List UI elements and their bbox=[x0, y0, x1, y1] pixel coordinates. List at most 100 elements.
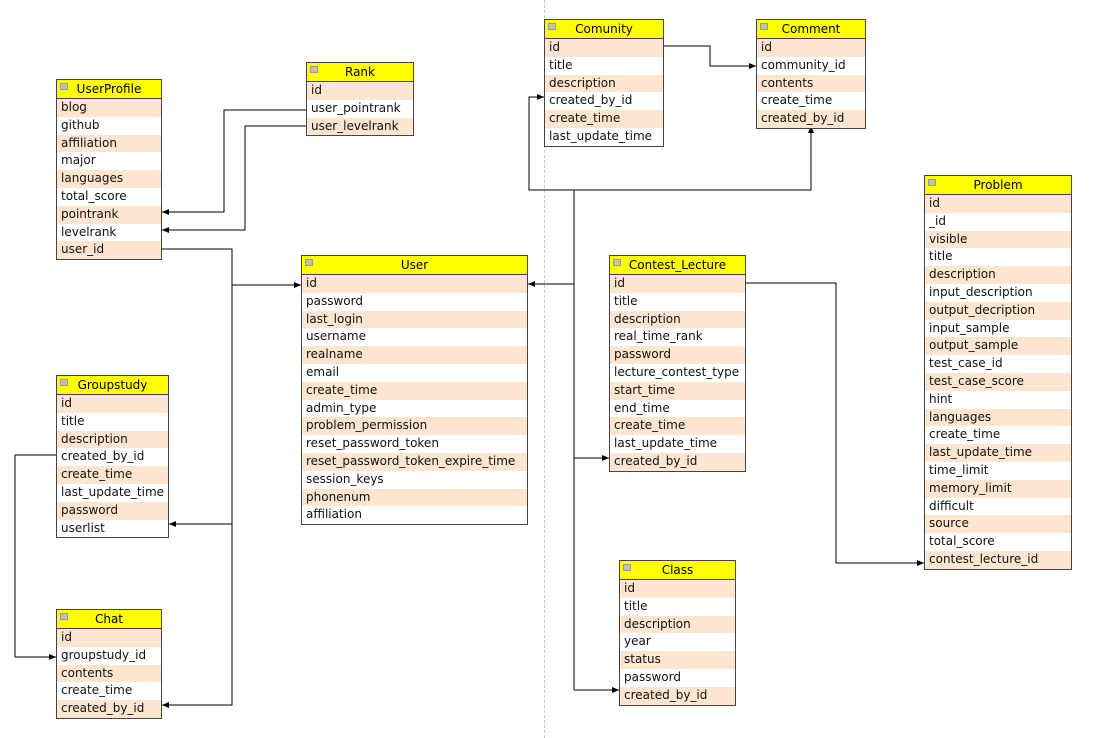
field-row[interactable]: created_by_id bbox=[545, 92, 663, 110]
field-row[interactable]: groupstudy_id bbox=[57, 647, 161, 665]
field-row[interactable]: status bbox=[620, 651, 735, 669]
field-row[interactable]: user_id bbox=[57, 241, 161, 260]
field-row[interactable]: last_update_time bbox=[57, 484, 168, 502]
field-row[interactable]: id bbox=[57, 629, 161, 647]
entity-chat[interactable]: Chat id groupstudy_id contents create_time cr… bbox=[56, 609, 162, 719]
field-row[interactable]: contents bbox=[57, 664, 161, 683]
field-row[interactable]: title bbox=[610, 293, 745, 311]
field-row[interactable]: last_update_time bbox=[925, 444, 1071, 462]
field-row[interactable]: id bbox=[620, 580, 735, 598]
entity-user[interactable]: User id password last_login username realname… bbox=[301, 255, 528, 526]
field-row[interactable]: source bbox=[925, 515, 1071, 534]
field-row[interactable]: created_by_id bbox=[757, 110, 865, 128]
field-row[interactable]: id bbox=[757, 39, 865, 57]
entity-header[interactable]: Comment bbox=[757, 20, 865, 39]
field-row[interactable]: title bbox=[57, 413, 168, 431]
field-row[interactable]: affiliation bbox=[57, 134, 161, 153]
entity-contest_lecture[interactable]: Contest_Lecture id title description real_ti… bbox=[609, 255, 746, 472]
field-row[interactable]: _id bbox=[925, 213, 1071, 231]
field-row[interactable]: contest_lecture_id bbox=[925, 550, 1071, 569]
field-row[interactable]: total_score bbox=[925, 533, 1071, 551]
field-row[interactable]: user_pointrank bbox=[307, 100, 413, 118]
field-row[interactable]: description bbox=[610, 310, 745, 329]
field-row[interactable]: visible bbox=[925, 230, 1071, 249]
field-row[interactable]: output_sample bbox=[925, 337, 1071, 356]
field-row[interactable]: problem_permission bbox=[302, 417, 527, 436]
field-row[interactable]: title bbox=[545, 57, 663, 75]
entity-header[interactable]: UserProfile bbox=[57, 80, 161, 99]
field-row[interactable]: total_score bbox=[57, 188, 161, 206]
field-row[interactable]: input_sample bbox=[925, 320, 1071, 338]
field-row[interactable]: userlist bbox=[57, 520, 168, 538]
field-row[interactable]: languages bbox=[57, 170, 161, 188]
field-row[interactable]: last_login bbox=[302, 310, 527, 329]
entity-rank[interactable]: Rank id user_pointrank user_levelrank bbox=[306, 62, 414, 137]
entity-header[interactable]: Groupstudy bbox=[57, 376, 168, 395]
field-row[interactable]: created_by_id bbox=[57, 700, 161, 718]
field-row[interactable]: output_decription bbox=[925, 301, 1071, 320]
field-row[interactable]: input_description bbox=[925, 284, 1071, 302]
field-row[interactable]: description bbox=[620, 615, 735, 634]
field-row[interactable]: levelrank bbox=[57, 224, 161, 242]
entity-comunity[interactable]: Comunity id title description created_by_id c… bbox=[544, 19, 664, 147]
field-row[interactable]: create_time bbox=[302, 381, 527, 400]
field-row[interactable]: description bbox=[545, 74, 663, 93]
field-row[interactable]: github bbox=[57, 117, 161, 135]
field-row[interactable]: last_update_time bbox=[610, 435, 745, 453]
entity-header[interactable]: Comunity bbox=[545, 20, 663, 39]
entity-userprofile[interactable]: UserProfile blog github affiliation major lan… bbox=[56, 79, 162, 261]
field-row[interactable]: affiliation bbox=[302, 506, 527, 524]
field-row[interactable]: password bbox=[620, 669, 735, 687]
field-row[interactable]: year bbox=[620, 633, 735, 651]
field-row[interactable]: create_time bbox=[757, 92, 865, 110]
field-row[interactable]: user_levelrank bbox=[307, 117, 413, 136]
field-row[interactable]: test_case_score bbox=[925, 372, 1071, 391]
field-row[interactable]: major bbox=[57, 152, 161, 170]
entity-header[interactable]: Class bbox=[620, 561, 735, 580]
field-row[interactable]: id bbox=[302, 275, 527, 293]
entity-header[interactable]: User bbox=[302, 256, 527, 275]
field-row[interactable]: created_by_id bbox=[610, 452, 745, 471]
field-row[interactable]: pointrank bbox=[57, 205, 161, 224]
field-row[interactable]: phonenum bbox=[302, 488, 527, 507]
entity-header[interactable]: Rank bbox=[307, 63, 413, 82]
field-row[interactable]: created_by_id bbox=[620, 686, 735, 705]
entity-header[interactable]: Problem bbox=[925, 176, 1071, 195]
field-row[interactable]: end_time bbox=[610, 400, 745, 418]
field-row[interactable]: difficult bbox=[925, 498, 1071, 516]
field-row[interactable]: admin_type bbox=[302, 400, 527, 418]
field-row[interactable]: create_time bbox=[57, 466, 168, 484]
field-row[interactable]: id bbox=[545, 39, 663, 57]
field-row[interactable]: session_keys bbox=[302, 471, 527, 489]
field-row[interactable]: created_by_id bbox=[57, 448, 168, 466]
entity-comment[interactable]: Comment id community_id contents create_time… bbox=[756, 19, 866, 129]
field-row[interactable]: email bbox=[302, 364, 527, 382]
entity-class[interactable]: Class id title description year status passwor… bbox=[619, 560, 736, 706]
field-row[interactable]: create_time bbox=[545, 110, 663, 128]
field-row[interactable]: memory_limit bbox=[925, 479, 1071, 498]
entity-header[interactable]: Chat bbox=[57, 610, 161, 629]
field-row[interactable]: start_time bbox=[610, 381, 745, 400]
field-row[interactable]: realname bbox=[302, 346, 527, 364]
field-row[interactable]: title bbox=[925, 248, 1071, 266]
field-row[interactable]: real_time_rank bbox=[610, 328, 745, 346]
field-row[interactable]: id bbox=[307, 82, 413, 100]
field-row[interactable]: create_time bbox=[610, 417, 745, 436]
field-row[interactable]: password bbox=[302, 293, 527, 311]
field-row[interactable]: blog bbox=[57, 99, 161, 117]
field-row[interactable]: time_limit bbox=[925, 462, 1071, 480]
entity-groupstudy[interactable]: Groupstudy id title description created_by_i… bbox=[56, 375, 169, 539]
field-row[interactable]: title bbox=[620, 598, 735, 616]
entity-header[interactable]: Contest_Lecture bbox=[610, 256, 745, 275]
field-row[interactable]: hint bbox=[925, 391, 1071, 409]
field-row[interactable]: description bbox=[925, 266, 1071, 284]
field-row[interactable]: id bbox=[610, 275, 745, 293]
field-row[interactable]: test_case_id bbox=[925, 355, 1071, 373]
field-row[interactable]: last_update_time bbox=[545, 128, 663, 146]
field-row[interactable]: contents bbox=[757, 74, 865, 93]
field-row[interactable]: description bbox=[57, 430, 168, 449]
field-row[interactable]: username bbox=[302, 328, 527, 346]
field-row[interactable]: lecture_contest_type bbox=[610, 364, 745, 382]
entity-problem[interactable]: Problem id _id visible title description input… bbox=[924, 175, 1072, 570]
field-row[interactable]: password bbox=[57, 501, 168, 520]
